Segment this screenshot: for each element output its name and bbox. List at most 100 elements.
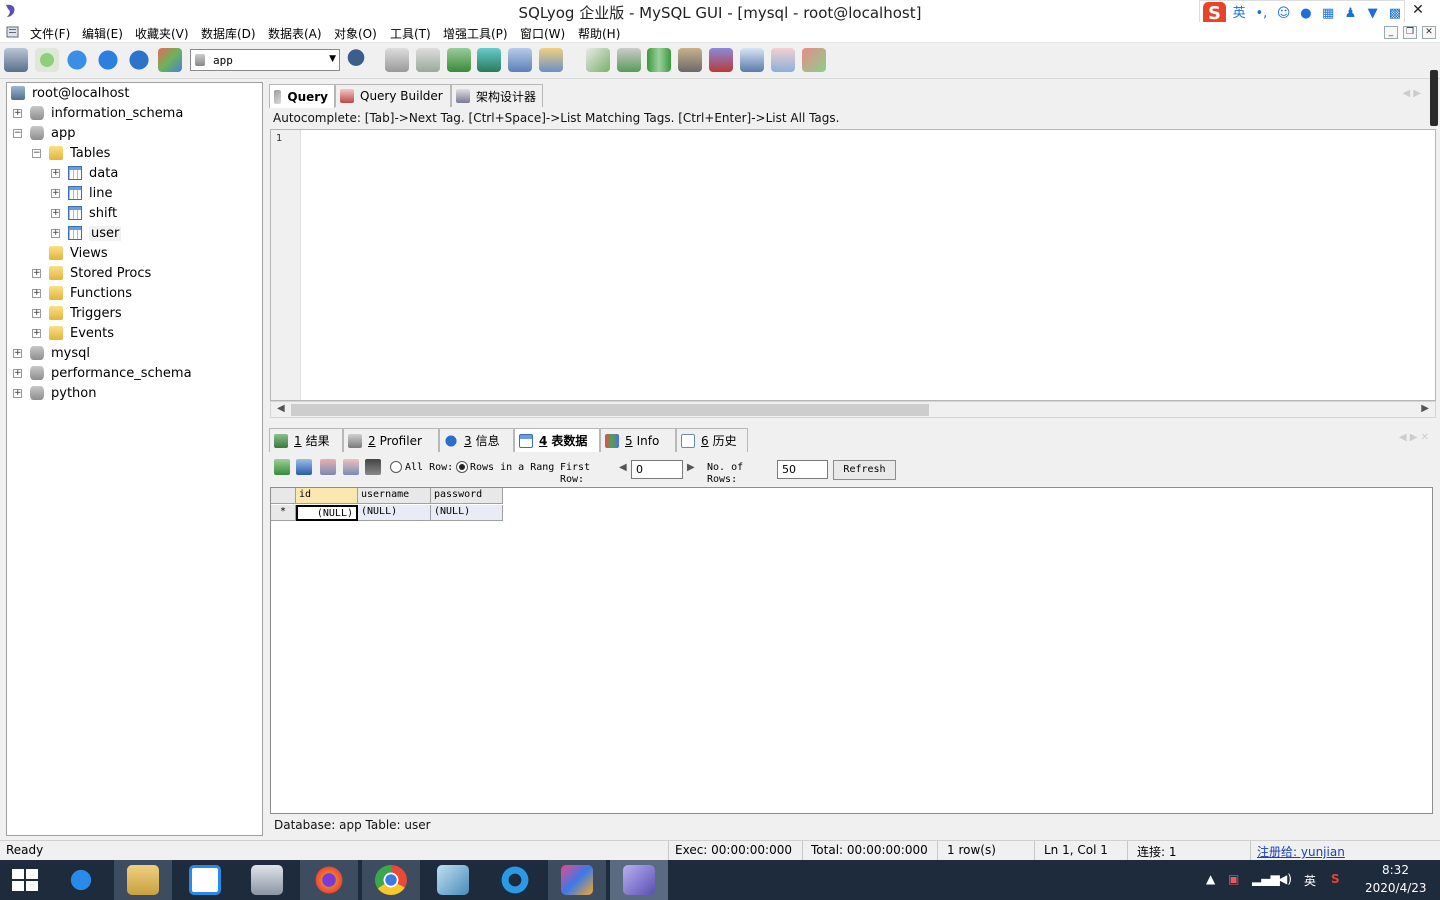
- tree-item-app[interactable]: − app: [13, 123, 75, 143]
- window-close-button[interactable]: ✕: [1408, 0, 1428, 20]
- save-icon[interactable]: [296, 459, 312, 475]
- tray-expand-icon[interactable]: ▲: [1206, 872, 1215, 886]
- tab-query-builder[interactable]: Query Builder: [335, 84, 451, 107]
- tray-volume-icon[interactable]: ◀): [1278, 872, 1292, 886]
- registered-link[interactable]: 注册给: yunjian: [1257, 843, 1345, 860]
- query-builder-icon[interactable]: [678, 48, 702, 72]
- menu-object[interactable]: 对象(O): [334, 25, 377, 42]
- menu-database[interactable]: 数据库(D): [201, 25, 256, 42]
- tree-item-events[interactable]: + Events: [32, 323, 114, 343]
- chrome-icon[interactable]: [362, 860, 420, 900]
- toolbox-icon[interactable]: ▩: [1386, 4, 1404, 24]
- table-data-grid[interactable]: id username password * (NULL) (NULL) (NU…: [270, 487, 1433, 814]
- expand-icon[interactable]: +: [13, 348, 22, 358]
- grid-cell-id[interactable]: (NULL): [296, 505, 358, 521]
- editor-horizontal-scrollbar[interactable]: ◀ ▶: [270, 401, 1436, 418]
- expand-icon[interactable]: +: [51, 208, 60, 218]
- cancel-changes-icon[interactable]: [343, 459, 359, 475]
- expand-icon[interactable]: +: [51, 188, 60, 198]
- next-page-icon[interactable]: ▶: [687, 462, 695, 474]
- tree-root[interactable]: root@localhost: [11, 83, 129, 103]
- scheduler-icon[interactable]: [647, 48, 671, 72]
- document-icon[interactable]: [6, 25, 20, 39]
- tab-profiler[interactable]: 2 Profiler: [343, 428, 439, 452]
- column-header-id[interactable]: id: [296, 488, 358, 504]
- grid-corner[interactable]: [271, 488, 296, 504]
- new-row-marker[interactable]: *: [271, 505, 296, 521]
- first-row-input[interactable]: 0: [631, 460, 683, 479]
- table-sync-icon[interactable]: [586, 48, 610, 72]
- import-icon[interactable]: [447, 48, 471, 72]
- filter-icon[interactable]: [365, 459, 381, 475]
- rows-in-range-radio[interactable]: [456, 461, 468, 473]
- mdi-restore-button[interactable]: ❐: [1403, 26, 1417, 39]
- refresh-icon[interactable]: [127, 48, 151, 72]
- tab-info[interactable]: 5 Info: [600, 428, 676, 452]
- expand-icon[interactable]: +: [13, 108, 22, 118]
- menu-tools[interactable]: 工具(T): [390, 25, 431, 42]
- menu-table[interactable]: 数据表(A): [268, 25, 322, 42]
- tree-item-mysql[interactable]: + mysql: [13, 343, 90, 363]
- menu-window[interactable]: 窗口(W): [520, 25, 565, 42]
- insert-row-icon[interactable]: [274, 459, 290, 475]
- baidu-netdisk-icon[interactable]: [176, 860, 234, 900]
- file-explorer-icon[interactable]: [114, 860, 172, 900]
- notes-icon[interactable]: [424, 860, 482, 900]
- tab-scroll-arrows-icon[interactable]: ◀ ▶: [1402, 88, 1421, 99]
- tab-table-data[interactable]: 4 表数据: [514, 428, 600, 452]
- execute-all-icon[interactable]: [96, 48, 120, 72]
- notifications-icon[interactable]: [771, 48, 795, 72]
- grid-cell-username[interactable]: (NULL): [358, 505, 431, 521]
- database-select[interactable]: app ▼: [190, 49, 340, 71]
- column-header-password[interactable]: password: [431, 488, 503, 504]
- browser-icon[interactable]: [486, 860, 544, 900]
- tree-item-user[interactable]: + user: [51, 223, 122, 243]
- clock-date[interactable]: 2020/4/23: [1365, 881, 1427, 895]
- scroll-left-icon[interactable]: ◀: [277, 403, 285, 414]
- result-tab-arrows-icon[interactable]: ◀ ▶ ✕: [1399, 432, 1429, 443]
- ie-icon[interactable]: [52, 860, 110, 900]
- new-connection-saved-icon[interactable]: [35, 48, 59, 72]
- emoji-icon[interactable]: ☺: [1275, 4, 1293, 24]
- tab-schema-designer[interactable]: 架构设计器: [451, 84, 543, 107]
- expand-icon[interactable]: +: [13, 388, 22, 398]
- sqlyog-icon[interactable]: [610, 860, 668, 900]
- delete-row-icon[interactable]: [320, 459, 336, 475]
- migration-icon[interactable]: [802, 48, 826, 72]
- tree-item-performance-schema[interactable]: + performance_schema: [13, 363, 192, 383]
- intellij-icon[interactable]: [548, 860, 606, 900]
- expand-icon[interactable]: +: [51, 168, 60, 178]
- menu-edit[interactable]: 编辑(E): [82, 25, 123, 42]
- mdi-close-button[interactable]: ✕: [1422, 26, 1436, 39]
- user-manager-icon[interactable]: [344, 48, 374, 72]
- tree-item-python[interactable]: + python: [13, 383, 96, 403]
- sql-editor[interactable]: 1: [270, 129, 1436, 401]
- execute-query-icon[interactable]: [65, 48, 89, 72]
- tab-messages[interactable]: 3 信息: [439, 428, 514, 452]
- tree-item-shift[interactable]: + shift: [51, 203, 117, 223]
- scrollbar-thumb[interactable]: [291, 404, 929, 416]
- user-icon[interactable]: ♟: [1341, 4, 1359, 24]
- refresh-button[interactable]: Refresh: [833, 460, 896, 480]
- copy-db-icon[interactable]: [508, 48, 532, 72]
- tray-network-warning-icon[interactable]: ▣: [1228, 872, 1239, 886]
- scroll-right-icon[interactable]: ▶: [1421, 403, 1429, 414]
- no-of-rows-input[interactable]: 50: [777, 460, 828, 479]
- mic-icon[interactable]: ●: [1297, 4, 1315, 24]
- grid-cell-password[interactable]: (NULL): [431, 505, 503, 521]
- tab-history[interactable]: 6 历史: [676, 428, 748, 452]
- new-connection-icon[interactable]: [4, 48, 28, 72]
- menu-favorites[interactable]: 收藏夹(V): [135, 25, 189, 42]
- tree-item-data[interactable]: + data: [51, 163, 118, 183]
- windows-start-icon[interactable]: [0, 860, 58, 900]
- ime-lang-toggle[interactable]: 英: [1230, 4, 1248, 24]
- column-header-username[interactable]: username: [358, 488, 431, 504]
- tray-signal-icon[interactable]: ▂▄▆: [1252, 872, 1280, 886]
- all-rows-radio[interactable]: [390, 461, 402, 473]
- tree-item-views[interactable]: Views: [32, 243, 108, 263]
- object-browser[interactable]: root@localhost + information_schema − app − T…: [6, 82, 263, 836]
- schema-designer-icon[interactable]: [740, 48, 764, 72]
- sql-tools-icon[interactable]: [158, 48, 182, 72]
- tree-item-stored-procs[interactable]: + Stored Procs: [32, 263, 151, 283]
- menu-file[interactable]: 文件(F): [30, 25, 70, 42]
